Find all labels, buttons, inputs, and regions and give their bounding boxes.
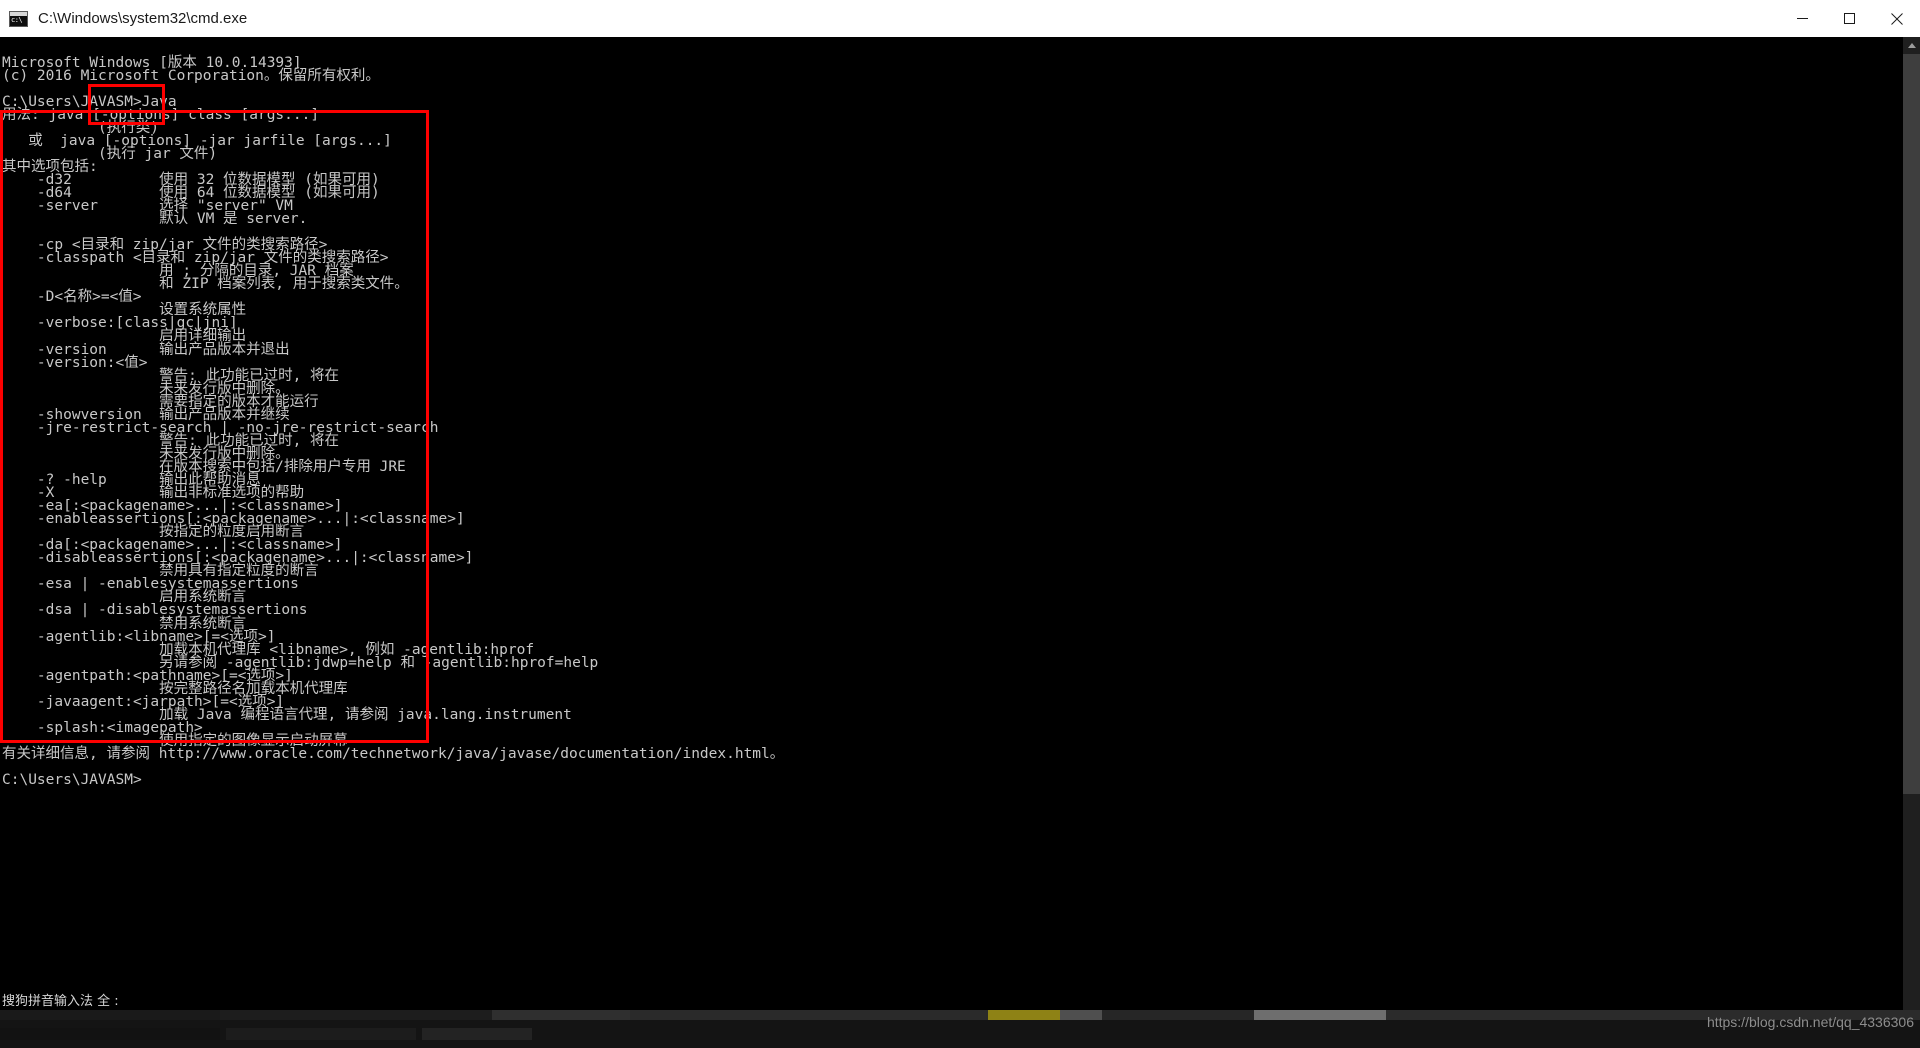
scroll-up-arrow-icon[interactable]	[1903, 37, 1920, 54]
console-output-area[interactable]: Microsoft Windows [版本 10.0.14393] (c) 201…	[0, 37, 1920, 1048]
minimize-icon	[1797, 18, 1808, 19]
taskbar-item[interactable]	[226, 1028, 416, 1040]
ime-label: 搜狗拼音输入法 全 :	[2, 993, 119, 1009]
maximize-icon	[1844, 13, 1855, 24]
cmd-window: c:\ C:\Windows\system32\cmd.exe Microsof…	[0, 0, 1920, 1048]
ime-status-bar: 搜狗拼音输入法 全 :	[0, 988, 1920, 1010]
console-line: (c) 2016 Microsoft Corporation。保留所有权利。	[2, 67, 380, 84]
console-line: 默认 VM 是 server.	[2, 211, 308, 228]
taskbar[interactable]: https://blog.csdn.net/qq_4336306	[0, 1010, 1920, 1048]
scrollbar-thumb[interactable]	[1903, 54, 1920, 794]
taskbar-item[interactable]	[422, 1028, 532, 1040]
taskbar-top-strip	[0, 1010, 1920, 1020]
cmd-console-icon: c:\	[9, 9, 29, 29]
window-titlebar[interactable]: c:\ C:\Windows\system32\cmd.exe	[0, 0, 1920, 37]
console-line: (执行 jar 文件)	[2, 145, 218, 162]
window-controls	[1779, 0, 1920, 37]
maximize-button[interactable]	[1826, 0, 1873, 37]
watermark-url: https://blog.csdn.net/qq_4336306	[1706, 1014, 1914, 1030]
window-title: C:\Windows\system32\cmd.exe	[38, 10, 248, 27]
console-text: Microsoft Windows [版本 10.0.14393] (c) 201…	[0, 55, 785, 789]
taskbar-item[interactable]	[0, 1028, 220, 1040]
console-line: C:\Users\JAVASM>	[2, 772, 142, 789]
console-scrollbar[interactable]	[1903, 37, 1920, 1048]
close-icon	[1890, 12, 1903, 25]
taskbar-items[interactable]	[0, 1020, 538, 1048]
close-button[interactable]	[1873, 0, 1920, 37]
console-line: 有关详细信息, 请参阅 http://www.oracle.com/techne…	[2, 745, 785, 762]
minimize-button[interactable]	[1779, 0, 1826, 37]
